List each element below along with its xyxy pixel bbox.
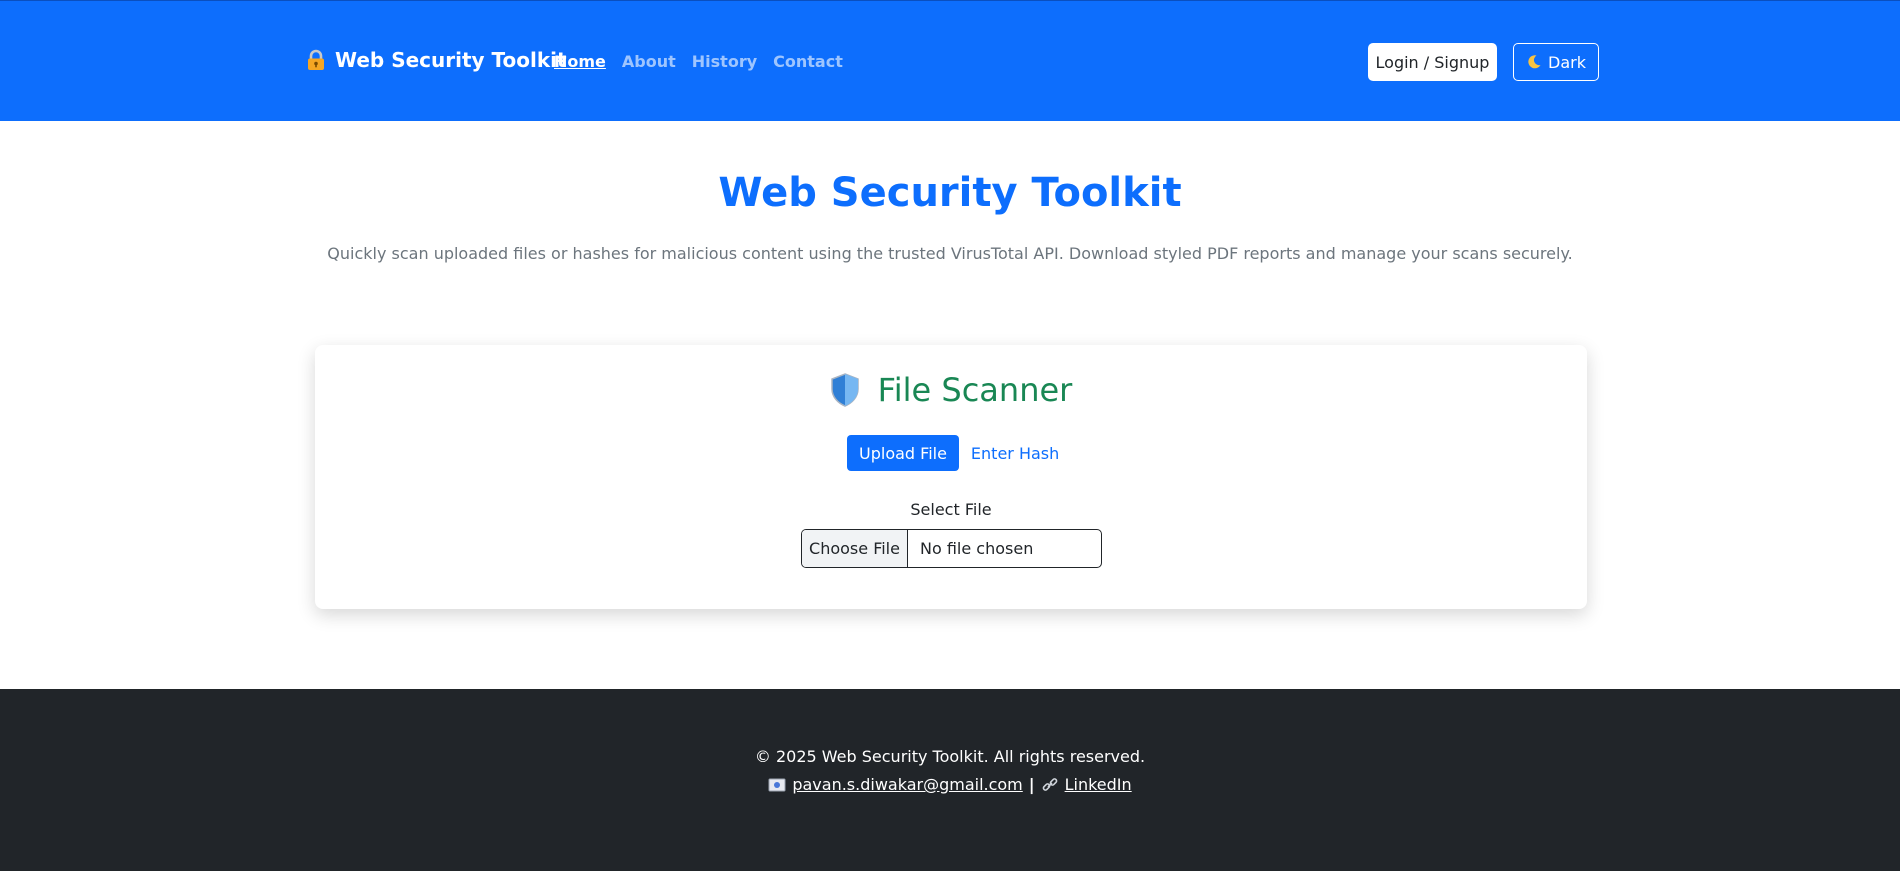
linkedin-link[interactable]: LinkedIn (1065, 775, 1132, 794)
nav-link-history[interactable]: History (692, 52, 757, 71)
footer-separator: | (1028, 775, 1035, 794)
choose-file-button[interactable]: Choose File (802, 530, 908, 567)
dark-mode-toggle[interactable]: Dark (1513, 43, 1599, 81)
nav-link-contact[interactable]: Contact (773, 52, 843, 71)
file-status-text: No file chosen (920, 539, 1034, 558)
link-icon (1042, 777, 1057, 791)
footer-contacts: pavan.s.diwakar@gmail.com | LinkedIn (0, 775, 1900, 794)
file-input[interactable]: Choose File No file chosen (801, 529, 1102, 568)
moon-icon (1528, 55, 1541, 69)
brand-link[interactable]: Web Security Toolkit (305, 48, 567, 72)
page-subtitle: Quickly scan uploaded files or hashes fo… (327, 244, 1573, 263)
scanner-tabs: Upload File Enter Hash (847, 435, 1071, 471)
copyright-text: © 2025 Web Security Toolkit. All rights … (754, 747, 1146, 766)
nav-link-about[interactable]: About (622, 52, 676, 71)
login-signup-button[interactable]: Login / Signup (1368, 43, 1497, 81)
mail-icon (768, 778, 786, 791)
nav-link-home[interactable]: Home (554, 52, 606, 71)
shield-icon (830, 373, 859, 407)
lock-icon (308, 49, 324, 70)
file-scanner-card: File Scanner Upload File Enter Hash Sele… (315, 345, 1587, 609)
tab-upload-file[interactable]: Upload File (847, 435, 959, 471)
brand-text: Web Security Toolkit (335, 48, 567, 72)
select-file-label: Select File (910, 500, 992, 519)
navbar: Web Security Toolkit Home About History … (0, 0, 1900, 121)
email-link[interactable]: pavan.s.diwakar@gmail.com (792, 775, 1022, 794)
scanner-heading: File Scanner (315, 371, 1587, 409)
page-title: Web Security Toolkit (718, 170, 1182, 216)
scanner-title: File Scanner (877, 371, 1073, 409)
dark-mode-label: Dark (1548, 52, 1586, 72)
nav-links: Home About History Contact (554, 52, 843, 71)
tab-enter-hash[interactable]: Enter Hash (959, 435, 1071, 471)
footer: © 2025 Web Security Toolkit. All rights … (0, 689, 1900, 871)
